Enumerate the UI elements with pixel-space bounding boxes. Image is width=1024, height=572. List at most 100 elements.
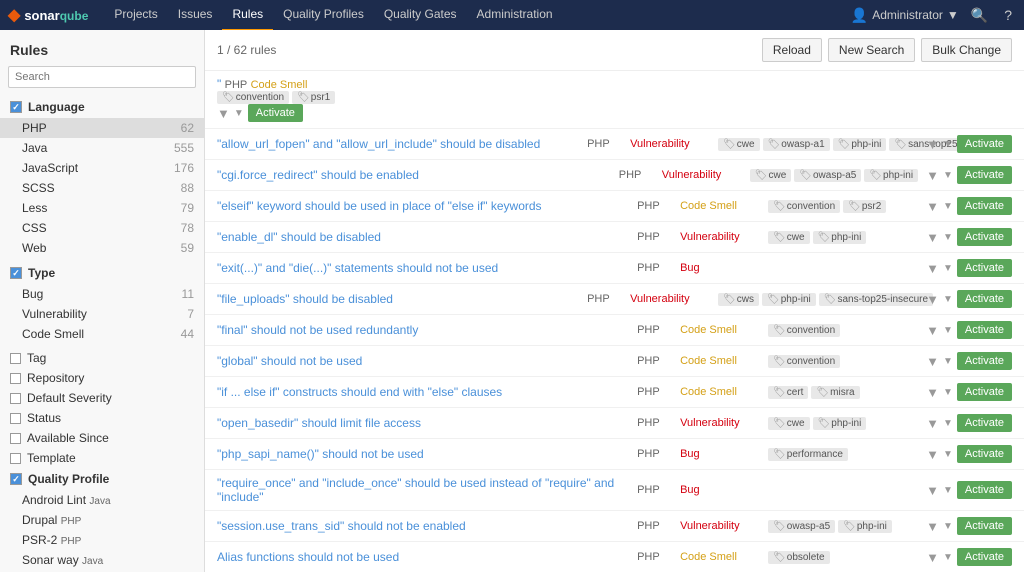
filter-icon[interactable]: ▼ <box>926 550 939 565</box>
activate-button[interactable]: Activate <box>957 481 1012 499</box>
rule-name[interactable]: Alias functions should not be used <box>217 550 629 564</box>
activate-button[interactable]: Activate <box>957 445 1012 463</box>
activate-button[interactable]: Activate <box>957 166 1012 184</box>
chevron-down-icon[interactable]: ▼ <box>943 139 953 150</box>
chevron-down-icon[interactable]: ▼ <box>943 521 953 532</box>
rule-name[interactable]: "php_sapi_name()" should not be used <box>217 447 629 461</box>
nav-administration[interactable]: Administration <box>467 0 563 31</box>
filter-icon[interactable]: ▼ <box>926 199 939 214</box>
language-item-css[interactable]: CSS78 <box>0 218 204 238</box>
nav-projects[interactable]: Projects <box>104 0 167 31</box>
language-checkbox[interactable] <box>10 101 22 113</box>
rule-name[interactable]: "elseif" keyword should be used in place… <box>217 199 629 213</box>
repository-checkbox[interactable] <box>10 373 21 384</box>
template-filter[interactable]: Template <box>0 448 204 468</box>
activate-button[interactable]: Activate <box>957 135 1012 153</box>
search-button[interactable]: 🔍 <box>967 7 992 24</box>
activate-button[interactable]: Activate <box>957 259 1012 277</box>
default-severity-checkbox[interactable] <box>10 393 21 404</box>
language-item-scss[interactable]: SCSS88 <box>0 178 204 198</box>
profile-psr2[interactable]: PSR-2 PHP <box>0 530 204 550</box>
language-item-web[interactable]: Web59 <box>0 238 204 258</box>
activate-button[interactable]: Activate <box>957 197 1012 215</box>
activate-button[interactable]: Activate <box>957 321 1012 339</box>
chevron-down-icon[interactable]: ▼ <box>943 552 953 563</box>
admin-menu[interactable]: 👤 Administrator ▼ <box>851 7 959 24</box>
language-item-java[interactable]: Java555 <box>0 138 204 158</box>
rule-name[interactable]: "final" should not be used redundantly <box>217 323 629 337</box>
reload-button[interactable]: Reload <box>762 38 822 62</box>
quality-profile-checkbox[interactable] <box>10 473 22 485</box>
nav-issues[interactable]: Issues <box>168 0 223 31</box>
available-since-checkbox[interactable] <box>10 433 21 444</box>
chevron-down-icon[interactable]: ▼ <box>943 325 953 336</box>
chevron-down-icon[interactable]: ▼ <box>943 387 953 398</box>
tag-checkbox[interactable] <box>10 353 21 364</box>
help-button[interactable]: ? <box>1000 7 1016 23</box>
activate-button[interactable]: Activate <box>957 383 1012 401</box>
repository-filter[interactable]: Repository <box>0 368 204 388</box>
filter-icon[interactable]: ▼ <box>926 385 939 400</box>
filter-icon[interactable]: ▼ <box>926 230 939 245</box>
template-checkbox[interactable] <box>10 453 21 464</box>
rule-name[interactable]: " PHP Code Smell 🏷convention🏷psr1 ▼ ▼ Ac… <box>217 77 1012 122</box>
rule-name[interactable]: "if ... else if" constructs should end w… <box>217 385 629 399</box>
filter-icon[interactable]: ▼ <box>926 261 939 276</box>
rule-name[interactable]: "require_once" and "include_once" should… <box>217 476 629 504</box>
profile-android-lint[interactable]: Android Lint Java <box>0 490 204 510</box>
rule-name[interactable]: "global" should not be used <box>217 354 629 368</box>
available-since-filter[interactable]: Available Since <box>0 428 204 448</box>
new-search-button[interactable]: New Search <box>828 38 915 62</box>
language-item-php[interactable]: PHP62 <box>0 118 204 138</box>
language-item-less[interactable]: Less79 <box>0 198 204 218</box>
activate-button[interactable]: Activate <box>957 290 1012 308</box>
type-section-header[interactable]: Type <box>0 262 204 284</box>
chevron-down-icon[interactable]: ▼ <box>943 263 953 274</box>
chevron-down-icon[interactable]: ▼ <box>943 418 953 429</box>
activate-button[interactable]: Activate <box>957 352 1012 370</box>
rule-name[interactable]: "cgi.force_redirect" should be enabled <box>217 168 611 182</box>
chevron-down-icon[interactable]: ▼ <box>943 170 953 181</box>
status-filter[interactable]: Status <box>0 408 204 428</box>
nav-quality-profiles[interactable]: Quality Profiles <box>273 0 374 31</box>
language-section-header[interactable]: Language <box>0 96 204 118</box>
filter-icon[interactable]: ▼ <box>926 323 939 338</box>
chevron-down-icon[interactable]: ▼ <box>943 232 953 243</box>
search-input[interactable] <box>8 66 196 88</box>
chevron-down-icon[interactable]: ▼ <box>943 201 953 212</box>
default-severity-filter[interactable]: Default Severity <box>0 388 204 408</box>
filter-icon[interactable]: ▼ <box>926 168 939 183</box>
chevron-down-icon[interactable]: ▼ <box>234 108 244 119</box>
nav-quality-gates[interactable]: Quality Gates <box>374 0 467 31</box>
chevron-down-icon[interactable]: ▼ <box>943 356 953 367</box>
bulk-change-button[interactable]: Bulk Change <box>921 38 1012 62</box>
filter-icon[interactable]: ▼ <box>926 519 939 534</box>
type-item-code-smell[interactable]: Code Smell44 <box>0 324 204 344</box>
rule-name[interactable]: "file_uploads" should be disabled <box>217 292 579 306</box>
rule-name[interactable]: "exit(...)" and "die(...)" statements sh… <box>217 261 629 275</box>
type-item-bug[interactable]: Bug11 <box>0 284 204 304</box>
activate-button[interactable]: Activate <box>248 104 303 122</box>
rule-name[interactable]: "enable_dl" should be disabled <box>217 230 629 244</box>
type-checkbox[interactable] <box>10 267 22 279</box>
profile-sonar-way-java[interactable]: Sonar way Java <box>0 550 204 570</box>
filter-icon[interactable]: ▼ <box>926 137 939 152</box>
chevron-down-icon[interactable]: ▼ <box>943 294 953 305</box>
nav-rules[interactable]: Rules <box>222 0 273 31</box>
filter-icon[interactable]: ▼ <box>926 483 939 498</box>
profile-drupal[interactable]: Drupal PHP <box>0 510 204 530</box>
chevron-down-icon[interactable]: ▼ <box>943 449 953 460</box>
filter-icon[interactable]: ▼ <box>217 106 230 121</box>
activate-button[interactable]: Activate <box>957 517 1012 535</box>
status-checkbox[interactable] <box>10 413 21 424</box>
filter-icon[interactable]: ▼ <box>926 416 939 431</box>
type-item-vulnerability[interactable]: Vulnerability7 <box>0 304 204 324</box>
filter-icon[interactable]: ▼ <box>926 354 939 369</box>
activate-button[interactable]: Activate <box>957 228 1012 246</box>
rule-name[interactable]: "session.use_trans_sid" should not be en… <box>217 519 629 533</box>
filter-icon[interactable]: ▼ <box>926 447 939 462</box>
tag-filter[interactable]: Tag <box>0 348 204 368</box>
activate-button[interactable]: Activate <box>957 414 1012 432</box>
language-item-javascript[interactable]: JavaScript176 <box>0 158 204 178</box>
filter-icon[interactable]: ▼ <box>926 292 939 307</box>
